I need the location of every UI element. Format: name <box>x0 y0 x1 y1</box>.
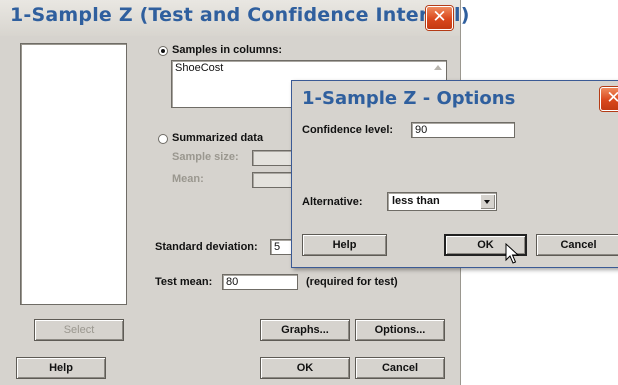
samples-in-columns-label: Samples in columns: <box>172 44 283 56</box>
standard-deviation-label: Standard deviation: <box>155 241 258 253</box>
main-titlebar: 1-Sample Z (Test and Confidence Interval… <box>0 0 469 36</box>
test-mean-label: Test mean: <box>155 276 213 288</box>
mean-label: Mean: <box>172 173 204 185</box>
test-mean-field[interactable]: 80 <box>222 274 298 290</box>
sample-size-field[interactable] <box>252 150 294 166</box>
summarized-data-label: Summarized data <box>172 132 264 144</box>
sample-size-label: Sample size: <box>172 151 239 163</box>
graphs-button[interactable]: Graphs... <box>260 319 350 341</box>
close-icon[interactable]: ✕ <box>426 6 453 30</box>
required-for-test-note: (required for test) <box>306 276 398 288</box>
confidence-level-label: Confidence level: <box>302 124 394 136</box>
dropdown-arrow-icon[interactable] <box>480 194 495 209</box>
confidence-level-field[interactable]: 90 <box>411 122 515 138</box>
options-cancel-button[interactable]: Cancel <box>536 234 618 256</box>
ok-button[interactable]: OK <box>260 357 350 379</box>
alternative-select[interactable]: less than <box>387 192 497 211</box>
select-button[interactable]: Select <box>34 319 124 341</box>
close-icon[interactable]: ✕ <box>600 87 618 111</box>
options-dialog-title: 1-Sample Z - Options <box>302 88 516 109</box>
window-title: 1-Sample Z (Test and Confidence Interval… <box>10 4 470 26</box>
options-help-button[interactable]: Help <box>302 234 387 256</box>
mouse-cursor-icon <box>505 243 519 264</box>
scroll-up-arrow-icon[interactable] <box>434 65 442 70</box>
options-button[interactable]: Options... <box>355 319 445 341</box>
variables-listbox[interactable] <box>20 43 127 305</box>
alternative-label: Alternative: <box>302 196 363 208</box>
radio-unselected-icon[interactable] <box>158 134 168 144</box>
radio-selected-icon[interactable] <box>158 46 168 56</box>
options-dialog: 1-Sample Z - Options ✕ Confidence level:… <box>291 80 618 268</box>
alternative-value: less than <box>392 195 440 207</box>
help-button[interactable]: Help <box>16 357 106 379</box>
cancel-button[interactable]: Cancel <box>355 357 445 379</box>
samples-columns-value: ShoeCost <box>175 62 224 74</box>
mean-field[interactable] <box>252 172 294 188</box>
